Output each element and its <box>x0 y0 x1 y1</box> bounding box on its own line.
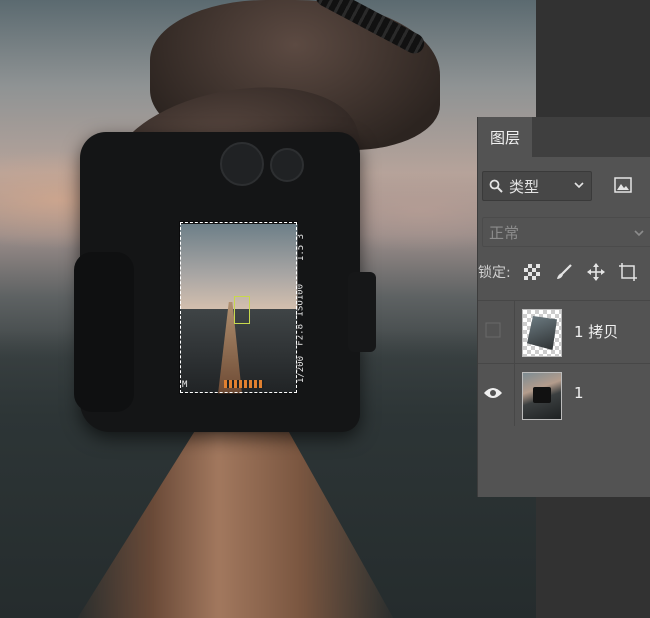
camera-button <box>270 148 304 182</box>
transparency-lock-icon[interactable] <box>521 261 543 283</box>
layer-name[interactable]: 1 <box>574 384 584 402</box>
search-icon <box>489 179 503 193</box>
filter-kind-select[interactable]: 类型 <box>482 171 592 201</box>
hud-shutter: 1/200 <box>296 356 306 384</box>
camera-preview <box>533 387 551 403</box>
brush-lock-icon[interactable] <box>553 261 575 283</box>
image-filter-icon[interactable] <box>608 171 638 199</box>
marquee-selection[interactable] <box>180 222 297 393</box>
tab-layers[interactable]: 图层 <box>478 117 532 157</box>
layer-row[interactable]: 1 <box>478 363 650 426</box>
lock-row: 锁定: <box>478 257 650 287</box>
hud-iso: ISO100 <box>296 284 306 317</box>
chevron-down-icon <box>573 179 585 195</box>
chevron-down-icon <box>633 225 645 243</box>
photo-preview <box>523 373 561 419</box>
visibility-toggle[interactable] <box>482 319 504 341</box>
blend-mode-select[interactable]: 正常 <box>482 217 650 247</box>
eye-icon[interactable] <box>482 382 504 404</box>
divider <box>514 301 515 363</box>
panel-tab-bar: 图层 <box>478 117 650 157</box>
filter-kind-label: 类型 <box>509 177 540 196</box>
move-lock-icon[interactable] <box>585 261 607 283</box>
camera-side-control <box>348 272 376 352</box>
layer-filter-row: 类型 <box>478 171 650 201</box>
hud-top-right: 1.5 3 <box>296 234 306 262</box>
artboard-lock-icon[interactable] <box>617 261 639 283</box>
cutout-preview <box>527 316 557 350</box>
layers-panel: 图层 类型 正常 锁定: 1 拷贝 1 <box>478 117 650 497</box>
camera-dial <box>220 142 264 186</box>
blend-mode-label: 正常 <box>489 223 520 242</box>
layer-thumbnail <box>522 372 562 420</box>
lock-label: 锁定: <box>478 265 511 281</box>
divider <box>514 364 515 426</box>
hud-aperture: F2.8 <box>296 324 306 346</box>
camera-grip <box>74 252 134 412</box>
layer-thumbnail <box>522 309 562 357</box>
layer-row[interactable]: 1 拷贝 <box>478 300 650 363</box>
layer-name[interactable]: 1 拷贝 <box>574 321 618 342</box>
